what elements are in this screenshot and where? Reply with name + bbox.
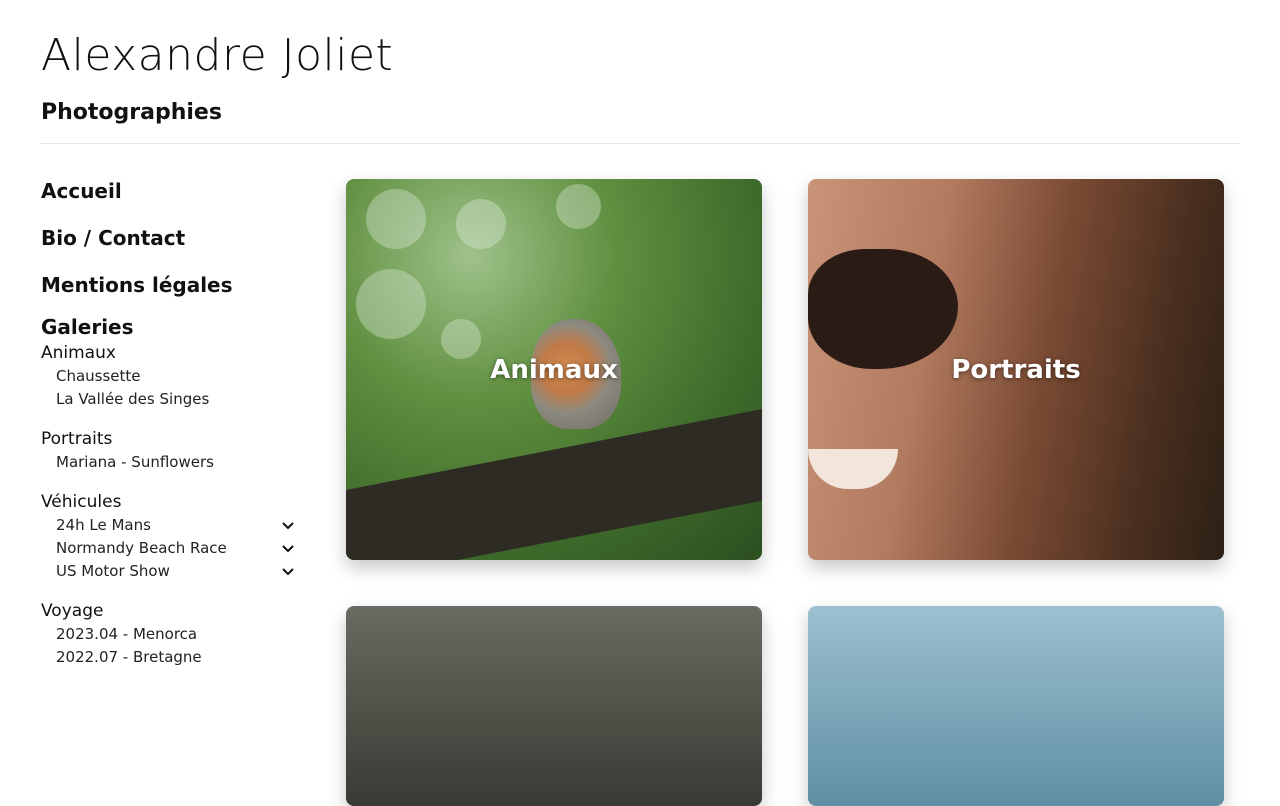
bokeh-shape	[456, 199, 506, 249]
nav-link-mentions-legales[interactable]: Mentions légales	[41, 264, 301, 311]
site-title[interactable]: Alexandre Joliet	[41, 30, 393, 81]
chevron-down-icon[interactable]	[281, 542, 295, 556]
gallery-item-label: Chaussette	[56, 367, 141, 385]
sunglasses-shape	[808, 249, 958, 369]
gallery-item-label: La Vallée des Singes	[56, 390, 210, 408]
bokeh-shape	[366, 189, 426, 249]
gallery-card-label: Animaux	[490, 354, 618, 385]
gallery-item-label: 24h Le Mans	[56, 516, 151, 534]
category-portraits[interactable]: Portraits	[41, 427, 301, 451]
bokeh-shape	[356, 269, 426, 339]
gallery-item-normandy-beach-race[interactable]: Normandy Beach Race	[41, 537, 301, 560]
gallery-item-label: Normandy Beach Race	[56, 539, 227, 557]
chevron-down-icon[interactable]	[281, 565, 295, 579]
nav-link-accueil[interactable]: Accueil	[41, 170, 301, 217]
gallery-item-24h-le-mans[interactable]: 24h Le Mans	[41, 514, 301, 537]
gallery-item-2023-04-menorca[interactable]: 2023.04 - Menorca	[41, 623, 301, 646]
gallery-item-chaussette[interactable]: Chaussette	[41, 365, 301, 388]
gallery-item-label: Mariana - Sunflowers	[56, 453, 214, 471]
gallery-item-label: 2022.07 - Bretagne	[56, 648, 202, 666]
gallery-card-3[interactable]	[346, 606, 762, 806]
bokeh-shape	[441, 319, 481, 359]
category-vehicules[interactable]: Véhicules	[41, 490, 301, 514]
smile-shape	[808, 449, 898, 489]
gallery-item-la-vallee-des-singes[interactable]: La Vallée des Singes	[41, 388, 301, 411]
gallery-item-2022-07-bretagne[interactable]: 2022.07 - Bretagne	[41, 646, 301, 669]
gallery-card-4[interactable]	[808, 606, 1224, 806]
gallery-card-portraits[interactable]: Portraits	[808, 179, 1224, 560]
gallery-item-label: US Motor Show	[56, 562, 170, 580]
chevron-down-icon[interactable]	[281, 519, 295, 533]
branch-shape	[346, 404, 762, 560]
gallery-item-label: 2023.04 - Menorca	[56, 625, 198, 643]
category-voyage[interactable]: Voyage	[41, 599, 301, 623]
site-subtitle: Photographies	[41, 100, 222, 125]
header-divider	[41, 143, 1240, 144]
gallery-item-us-motor-show[interactable]: US Motor Show	[41, 560, 301, 583]
bokeh-shape	[556, 184, 601, 229]
galleries-title: Galeries	[41, 315, 134, 339]
nav-link-bio-contact[interactable]: Bio / Contact	[41, 217, 301, 264]
category-animaux[interactable]: Animaux	[41, 341, 301, 365]
sidebar-nav: Accueil Bio / Contact Mentions légales G…	[41, 170, 301, 669]
gallery-card-animaux[interactable]: Animaux	[346, 179, 762, 560]
gallery-item-mariana-sunflowers[interactable]: Mariana - Sunflowers	[41, 451, 301, 474]
gallery-card-label: Portraits	[951, 354, 1081, 385]
